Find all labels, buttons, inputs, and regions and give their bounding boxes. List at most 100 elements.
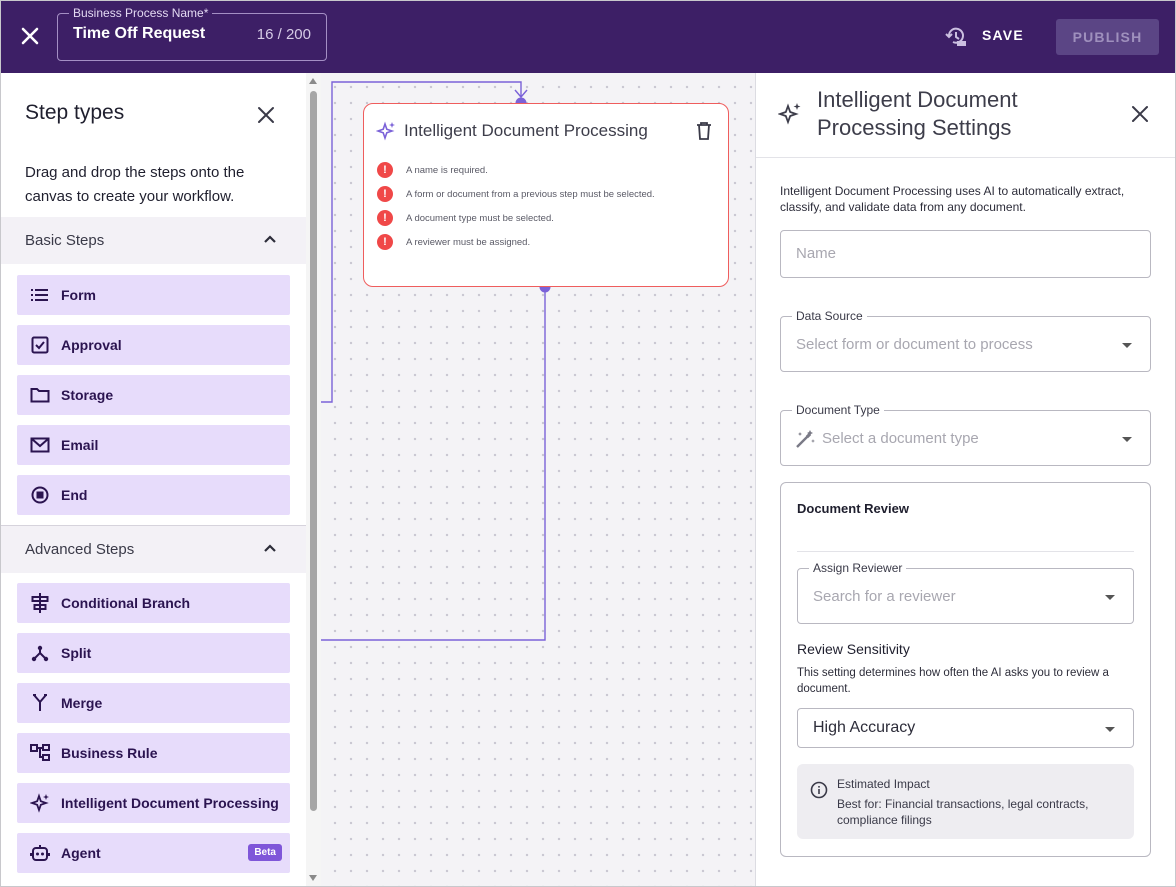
review-title: Document Review	[797, 501, 909, 516]
top-bar: Business Process Name* Time Off Request …	[0, 0, 1176, 73]
save-button[interactable]: SAVE	[982, 27, 1024, 43]
folder-icon	[30, 385, 50, 405]
idp-step-node[interactable]: Intelligent Document Processing ! A name…	[363, 103, 729, 287]
impact-description: Best for: Financial transactions, legal …	[837, 797, 1089, 827]
split-icon	[30, 643, 50, 663]
step-merge[interactable]: Merge	[17, 683, 290, 723]
chevron-up-icon	[264, 544, 276, 552]
data-source-select[interactable]: Data Source Select form or document to p…	[780, 309, 1151, 372]
document-type-label: Document Type	[792, 403, 884, 417]
error-icon: !	[377, 186, 393, 202]
step-end[interactable]: End	[17, 475, 290, 515]
sparkle-icon	[778, 103, 801, 125]
rule-icon	[30, 743, 50, 763]
panel-title: Step types	[25, 101, 125, 124]
close-icon	[258, 107, 274, 123]
settings-panel: Intelligent Document Processing Settings…	[755, 73, 1176, 886]
settings-title: Intelligent Document Processing Settings	[817, 87, 1018, 140]
step-label: Split	[61, 645, 92, 661]
error-text: A reviewer must be assigned.	[406, 236, 531, 248]
document-type-select[interactable]: Document Type Select a document type	[780, 403, 1151, 466]
impact-title: Estimated Impact	[837, 777, 930, 791]
panel-description: Drag and drop the steps onto the canvas …	[25, 164, 245, 205]
beta-badge: Beta	[248, 844, 282, 861]
scroll-up-arrow[interactable]	[309, 78, 317, 84]
section-label: Basic Steps	[25, 232, 105, 249]
step-label: Form	[61, 287, 96, 303]
close-panel-button[interactable]	[255, 104, 277, 126]
close-icon	[1132, 106, 1148, 122]
checkbox-icon	[30, 335, 50, 355]
close-icon	[21, 27, 39, 45]
error-text: A name is required.	[406, 164, 488, 176]
step-email[interactable]: Email	[17, 425, 290, 465]
process-name-input[interactable]: Time Off Request	[73, 25, 205, 43]
history-icon	[945, 27, 966, 46]
version-history-button[interactable]	[944, 26, 968, 48]
chevron-up-icon	[264, 235, 276, 243]
data-source-placeholder: Select form or document to process	[796, 336, 1033, 353]
process-name-label: Business Process Name*	[69, 6, 213, 20]
step-label: Merge	[61, 695, 103, 711]
sensitivity-description: This setting determines how often the AI…	[797, 667, 1109, 695]
header-divider	[756, 157, 1176, 158]
validation-error: ! A reviewer must be assigned.	[377, 234, 530, 250]
step-label: Conditional Branch	[61, 595, 191, 611]
assign-reviewer-select[interactable]: Assign Reviewer Search for a reviewer	[797, 561, 1134, 624]
magic-wand-icon	[796, 430, 815, 448]
caret-down-icon	[1105, 727, 1115, 732]
caret-down-icon	[1122, 437, 1132, 442]
step-label: Approval	[61, 337, 122, 353]
review-divider	[797, 551, 1134, 552]
node-title: Intelligent Document Processing	[404, 121, 648, 140]
name-field[interactable]: Name	[780, 230, 1151, 278]
step-conditional-branch[interactable]: Conditional Branch	[17, 583, 290, 623]
sparkle-icon	[30, 793, 50, 813]
step-form[interactable]: Form	[17, 275, 290, 315]
step-label: Intelligent Document Processing	[61, 795, 279, 811]
robot-icon	[30, 843, 50, 863]
list-icon	[30, 285, 50, 305]
workflow-canvas[interactable]: Intelligent Document Processing ! A name…	[321, 73, 755, 886]
close-settings-button[interactable]	[1130, 104, 1150, 124]
step-business-rule[interactable]: Business Rule	[17, 733, 290, 773]
step-label: Storage	[61, 387, 114, 403]
step-intelligent-document-processing[interactable]: Intelligent Document Processing	[17, 783, 290, 823]
data-source-label: Data Source	[792, 309, 867, 323]
step-agent[interactable]: Agent Beta	[17, 833, 290, 873]
merge-icon	[30, 693, 50, 713]
step-label: Business Rule	[61, 745, 158, 761]
assign-reviewer-label: Assign Reviewer	[809, 561, 907, 575]
mail-icon	[30, 435, 50, 455]
stop-circle-icon	[30, 485, 50, 505]
reviewer-search-input[interactable]: Search for a reviewer	[813, 588, 956, 605]
error-icon: !	[377, 210, 393, 226]
estimated-impact-box: Estimated Impact Best for: Financial tra…	[797, 764, 1134, 839]
step-types-panel: Step types Drag and drop the steps onto …	[1, 73, 321, 886]
sensitivity-title: Review Sensitivity	[797, 641, 910, 657]
caret-down-icon	[1122, 343, 1132, 348]
document-review-section: Document Review Assign Reviewer Search f…	[780, 482, 1151, 857]
delete-node-button[interactable]	[696, 122, 712, 140]
caret-down-icon	[1105, 595, 1115, 600]
step-split[interactable]: Split	[17, 633, 290, 673]
sensitivity-select[interactable]: High Accuracy	[797, 708, 1134, 748]
step-storage[interactable]: Storage	[17, 375, 290, 415]
error-icon: !	[377, 162, 393, 178]
char-counter: 16 / 200	[256, 26, 311, 43]
error-text: A form or document from a previous step …	[406, 188, 655, 200]
step-label: Email	[61, 437, 99, 453]
name-input[interactable]: Name	[796, 245, 836, 262]
error-icon: !	[377, 234, 393, 250]
scroll-down-arrow[interactable]	[309, 875, 317, 881]
process-name-field[interactable]: Business Process Name* Time Off Request …	[57, 6, 327, 61]
document-type-placeholder: Select a document type	[822, 430, 979, 447]
settings-description: Intelligent Document Processing uses AI …	[780, 184, 1125, 214]
close-editor-button[interactable]	[16, 22, 44, 50]
step-approval[interactable]: Approval	[17, 325, 290, 365]
sparkle-icon	[376, 121, 395, 141]
publish-button[interactable]: PUBLISH	[1056, 19, 1159, 55]
scrollbar-thumb[interactable]	[310, 91, 317, 811]
basic-steps-header[interactable]: Basic Steps	[1, 217, 306, 264]
advanced-steps-header[interactable]: Advanced Steps	[1, 526, 306, 573]
